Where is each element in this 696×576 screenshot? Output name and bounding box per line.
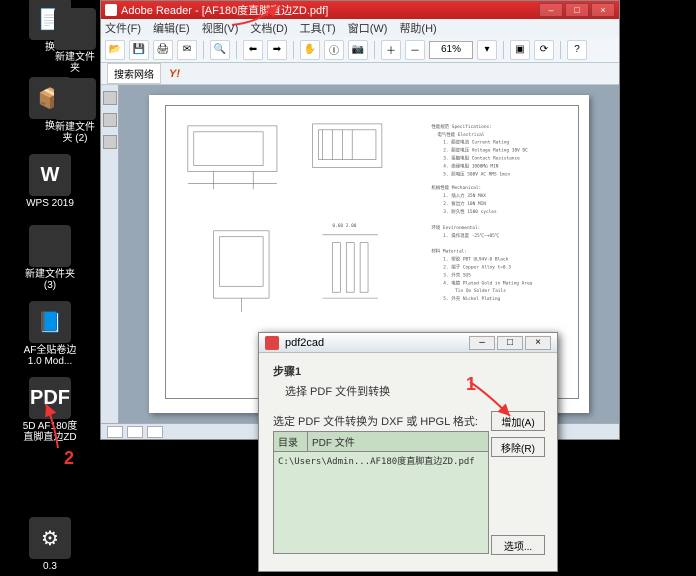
page-layout2-icon[interactable] xyxy=(147,426,163,438)
pdf2cad-body: 步骤1 选择 PDF 文件到转换 选定 PDF 文件转换为 DXF 或 HPGL… xyxy=(259,353,557,564)
menu-window[interactable]: 窗口(W) xyxy=(348,20,388,36)
help-icon[interactable]: ? xyxy=(567,40,587,60)
pdf2cad-icon xyxy=(265,336,279,350)
step-subtitle: 选择 PDF 文件到转换 xyxy=(285,383,543,399)
pdf2cad-window: pdf2cad – □ × 步骤1 选择 PDF 文件到转换 选定 PDF 文件… xyxy=(258,332,558,572)
pages-panel-icon[interactable] xyxy=(103,91,117,105)
options-button[interactable]: 选项... xyxy=(491,535,545,555)
select-icon[interactable]: Ⓘ xyxy=(324,40,344,60)
menubar: 文件(F) 编辑(E) 视图(V) 文档(D) 工具(T) 窗口(W) 帮助(H… xyxy=(101,19,619,37)
pdf-icon: PDF xyxy=(29,377,71,419)
folder-icon xyxy=(54,8,96,50)
zoomin-icon[interactable]: ＋ xyxy=(381,40,401,60)
snapshot-icon[interactable]: 📷 xyxy=(348,40,368,60)
minimize-button[interactable]: – xyxy=(469,336,495,350)
svg-text:1. 塑胶 PBT UL94V-0 Black: 1. 塑胶 PBT UL94V-0 Black xyxy=(443,256,508,263)
menu-tools[interactable]: 工具(T) xyxy=(300,20,336,36)
pdf2cad-title: pdf2cad xyxy=(285,337,324,349)
svg-text:4. 绝缘电阻 1000MΩ MIN: 4. 绝缘电阻 1000MΩ MIN xyxy=(443,162,498,169)
page-layout-icon[interactable] xyxy=(127,426,143,438)
svg-text:机械性能 Mechanical:: 机械性能 Mechanical: xyxy=(431,184,481,191)
svg-text:2. 额定电压 Voltage Rating 30V DC: 2. 额定电压 Voltage Rating 30V DC xyxy=(443,147,528,154)
step-title: 步骤1 xyxy=(273,363,543,379)
annotation-number-1: 1 xyxy=(466,374,476,395)
svg-text:环境 Environmental:: 环境 Environmental: xyxy=(431,224,480,231)
close-button[interactable]: × xyxy=(591,3,615,17)
adobe-icon xyxy=(105,4,117,16)
document-icon: 📘 xyxy=(29,301,71,343)
svg-text:材料 Material:: 材料 Material: xyxy=(431,248,467,255)
fit-icon[interactable]: ▣ xyxy=(510,40,530,60)
maximize-button[interactable]: □ xyxy=(497,336,523,350)
svg-text:3. 外壳 SUS: 3. 外壳 SUS xyxy=(443,271,471,278)
svg-text:3. 接触电阻 Contact Resistance: 3. 接触电阻 Contact Resistance xyxy=(443,155,520,162)
file-row[interactable]: C:\Users\Admin...AF180度直脚直边ZD.pdf xyxy=(274,452,488,469)
menu-edit[interactable]: 编辑(E) xyxy=(153,20,190,36)
desk-wps[interactable]: W WPS 2019 xyxy=(4,154,96,209)
pdf2cad-titlebar[interactable]: pdf2cad – □ × xyxy=(259,333,557,353)
desk-newfolder-2[interactable]: 新建文件夹 (2) xyxy=(54,78,96,144)
col-file: PDF 文件 xyxy=(308,432,488,451)
mail-icon[interactable]: ✉ xyxy=(177,40,197,60)
nav-pane xyxy=(101,85,119,423)
search-web-button[interactable]: 搜索网络 xyxy=(107,63,161,84)
svg-text:电气性能 Electrical: 电气性能 Electrical xyxy=(437,131,484,138)
svg-text:0.60 2.00: 0.60 2.00 xyxy=(332,223,356,229)
svg-text:性能规范 Specifications:: 性能规范 Specifications: xyxy=(431,123,492,130)
menu-document[interactable]: 文档(D) xyxy=(250,20,287,36)
minimize-button[interactable]: – xyxy=(539,3,563,17)
svg-text:3. 耐久性 1500 cycles: 3. 耐久性 1500 cycles xyxy=(443,208,497,215)
hand-icon[interactable]: ✋ xyxy=(300,40,320,60)
svg-text:1. 额定电流 Current Rating: 1. 额定电流 Current Rating xyxy=(443,139,509,146)
svg-text:5. 耐电压 500V AC RMS 1min: 5. 耐电压 500V AC RMS 1min xyxy=(443,170,510,177)
folder-icon xyxy=(29,225,71,267)
wps-icon: W xyxy=(29,154,71,196)
search-icon[interactable]: 🔍 xyxy=(210,40,230,60)
desktop: 📄 换 新建文件夹 📦 换 新建文件夹 (2) W WPS 2019 新建文件夹… xyxy=(0,0,100,576)
folder-icon xyxy=(54,78,96,120)
svg-text:Tin On Solder Tails: Tin On Solder Tails xyxy=(455,288,506,294)
annotation-number-2: 2 xyxy=(64,448,74,469)
yahoo-icon[interactable]: Y! xyxy=(169,68,180,80)
rotate-icon[interactable]: ⟳ xyxy=(534,40,554,60)
bookmarks-panel-icon[interactable] xyxy=(103,113,117,127)
col-dir: 目录 xyxy=(274,432,308,451)
maximize-button[interactable]: □ xyxy=(565,3,589,17)
open-icon[interactable]: 📂 xyxy=(105,40,125,60)
zoomout-icon[interactable]: － xyxy=(405,40,425,60)
menu-view[interactable]: 视图(V) xyxy=(202,20,239,36)
menu-help[interactable]: 帮助(H) xyxy=(399,20,436,36)
page-nav-icon[interactable] xyxy=(107,426,123,438)
pdf2cad-buttons: 增加(A) 移除(R) xyxy=(491,411,545,457)
titlebar[interactable]: Adobe Reader - [AF180度直脚直边ZD.pdf] – □ × xyxy=(101,1,619,19)
desk-newfolder-3[interactable]: 新建文件夹 (3) xyxy=(4,225,96,291)
subbar: 搜索网络 Y! xyxy=(101,63,619,85)
desk-af-mod[interactable]: 📘 AF全贴卷边 1.0 Mod... xyxy=(4,301,96,367)
toolbar: 📂 💾 🖨 ✉ 🔍 ⬅ ➡ ✋ Ⓘ 📷 ＋ － 61% ▾ ▣ ⟳ ? xyxy=(101,37,619,63)
add-button[interactable]: 增加(A) xyxy=(491,411,545,431)
close-button[interactable]: × xyxy=(525,336,551,350)
zoom-dropdown-icon[interactable]: ▾ xyxy=(477,40,497,60)
app-icon: ⚙ xyxy=(29,517,71,559)
svg-text:2. 端子 Copper Alloy t=0.3: 2. 端子 Copper Alloy t=0.3 xyxy=(443,263,511,270)
svg-text:1. 插入力 35N MAX: 1. 插入力 35N MAX xyxy=(443,192,486,199)
desk-af180-pdf[interactable]: PDF 5D AF180度直脚直边ZD xyxy=(4,377,96,443)
svg-text:1. 操作温度 -25℃~+85℃: 1. 操作温度 -25℃~+85℃ xyxy=(443,232,500,239)
svg-text:4. 电镀 Plated Gold in Mating Ar: 4. 电镀 Plated Gold in Mating Area xyxy=(443,279,532,286)
desk-newfolder-top[interactable]: 新建文件夹 xyxy=(54,8,96,74)
svg-text:2. 拔出力 10N MIN: 2. 拔出力 10N MIN xyxy=(443,200,486,207)
window-title: Adobe Reader - [AF180度直脚直边ZD.pdf] xyxy=(121,2,328,18)
svg-text:5. 外壳 Nickel Plating: 5. 外壳 Nickel Plating xyxy=(443,295,500,302)
remove-button[interactable]: 移除(R) xyxy=(491,437,545,457)
desk-app[interactable]: ⚙ 0.3 xyxy=(4,517,96,572)
next-page-icon[interactable]: ➡ xyxy=(267,40,287,60)
file-list[interactable]: 目录 PDF 文件 C:\Users\Admin...AF180度直脚直边ZD.… xyxy=(273,431,489,554)
zoom-field[interactable]: 61% xyxy=(429,41,473,59)
menu-file[interactable]: 文件(F) xyxy=(105,20,141,36)
print-icon[interactable]: 🖨 xyxy=(153,40,173,60)
file-list-header: 目录 PDF 文件 xyxy=(274,432,488,452)
save-icon[interactable]: 💾 xyxy=(129,40,149,60)
attachments-panel-icon[interactable] xyxy=(103,135,117,149)
prev-page-icon[interactable]: ⬅ xyxy=(243,40,263,60)
